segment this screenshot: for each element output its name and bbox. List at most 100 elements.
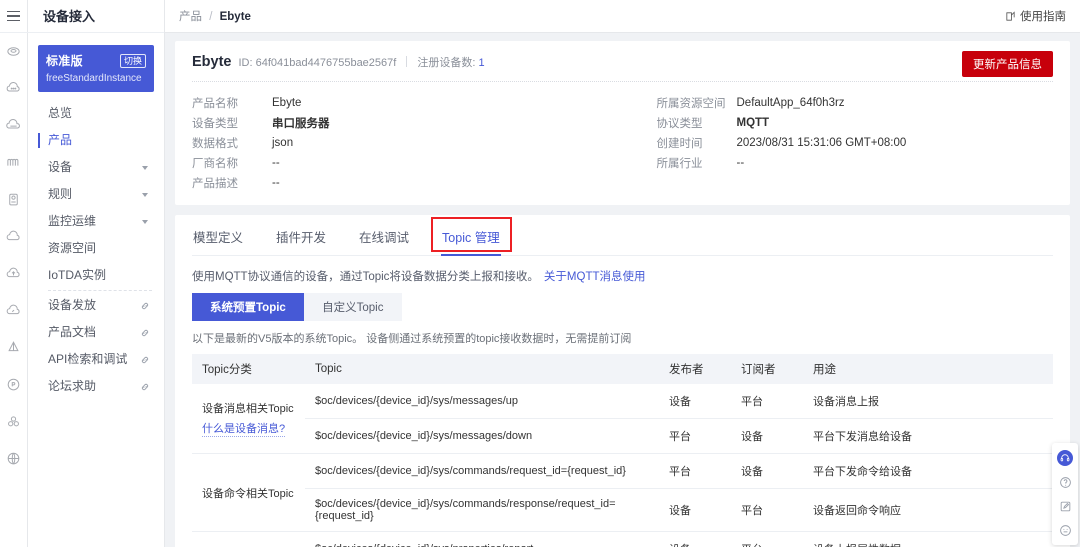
mqtt-help-link[interactable]: 关于MQTT消息使用 bbox=[544, 271, 646, 283]
sidebar-item-label: API检索和调试 bbox=[48, 352, 128, 366]
cloud-service-icon[interactable] bbox=[0, 33, 28, 70]
hamburger-menu-icon[interactable] bbox=[0, 0, 28, 33]
sidebar-item-3[interactable]: 规则 bbox=[38, 181, 154, 208]
product-field-row: 创建时间 2023/08/31 15:31:06 GMT+08:00 bbox=[657, 133, 1054, 153]
instance-version-name: 标准版 bbox=[46, 54, 83, 68]
sidebar-item-10[interactable]: 论坛求助 bbox=[38, 373, 154, 400]
sidebar-item-label: 产品文档 bbox=[48, 325, 97, 339]
breadcrumb-root[interactable]: 产品 bbox=[179, 11, 202, 23]
sidebar-item-8[interactable]: 产品文档 bbox=[38, 319, 154, 346]
publisher-cell: 设备 bbox=[659, 384, 731, 419]
analytics-icon[interactable] bbox=[0, 144, 28, 181]
topic-category-cell: 设备命令相关Topic bbox=[192, 453, 305, 532]
sidebar-item-9[interactable]: API检索和调试 bbox=[38, 346, 154, 373]
tab-3[interactable]: Topic 管理 bbox=[431, 215, 513, 256]
topic-table-body: 设备消息相关Topic 什么是设备消息? $oc/devices/{device_i… bbox=[192, 384, 1053, 547]
subscriber-cell: 平台 bbox=[731, 384, 803, 419]
sidebar-item-label: IoTDA实例 bbox=[48, 268, 107, 282]
ip-address-icon[interactable] bbox=[0, 366, 28, 403]
instance-switch-button[interactable]: 切换 bbox=[119, 53, 146, 68]
instance-name: freeStandardInstance bbox=[46, 73, 142, 84]
product-name-heading: Ebyte bbox=[192, 54, 232, 70]
th-topic-category: Topic分类 bbox=[192, 354, 305, 384]
document-icon[interactable] bbox=[0, 181, 28, 218]
product-field-label: 所属资源空间 bbox=[656, 98, 726, 110]
cloud-database-icon[interactable] bbox=[0, 107, 28, 144]
globe-icon[interactable] bbox=[0, 440, 28, 477]
registered-label: 注册设备数: bbox=[417, 57, 476, 69]
sidebar-item-6[interactable]: IoTDA实例 bbox=[38, 262, 154, 289]
product-field-row: 产品名称 Ebyte bbox=[192, 93, 623, 113]
cloud-speed-icon[interactable] bbox=[0, 292, 28, 329]
table-row: 设备消息相关Topic 什么是设备消息? $oc/devices/{device_i… bbox=[192, 384, 1053, 454]
network-icon[interactable] bbox=[0, 329, 28, 366]
topic-cell: $oc/devices/{device_id}/sys/messages/dow… bbox=[305, 418, 659, 454]
sidebar-item-1[interactable]: 产品 bbox=[38, 127, 154, 154]
sidebar-divider bbox=[48, 290, 152, 291]
product-field-row: 设备类型 串口服务器 bbox=[192, 113, 623, 133]
sidebar-item-label: 设备发放 bbox=[48, 298, 97, 312]
usage-guide-label: 使用指南 bbox=[1020, 11, 1066, 23]
tab-1[interactable]: 插件开发 bbox=[275, 215, 327, 255]
usage-cell: 设备返回命令响应 bbox=[803, 488, 1053, 532]
sidebar-item-2[interactable]: 设备 bbox=[38, 154, 154, 181]
product-header: Ebyte ID: 64f041bad4476755bae2567f 注册设备数… bbox=[192, 54, 1053, 70]
smiley-face-icon[interactable] bbox=[1052, 518, 1078, 542]
topic-segment-1[interactable]: 自定义Topic bbox=[303, 293, 402, 321]
sidebar-item-5[interactable]: 资源空间 bbox=[38, 235, 154, 262]
topic-type-segmented-control: 系统预置Topic 自定义Topic bbox=[192, 293, 1053, 321]
breadcrumb-current: Ebyte bbox=[219, 11, 251, 23]
product-fields-right: 所属资源空间 DefaultApp_64f0h3rz 协议类型 MQTT 创建时间 202… bbox=[623, 93, 1054, 193]
publisher-cell: 设备 bbox=[659, 531, 731, 547]
sidebar-item-label: 规则 bbox=[48, 187, 73, 201]
topic-category-help-link[interactable]: 什么是设备消息? bbox=[202, 420, 286, 437]
sidebar-body: 标准版 切换 freeStandardInstance 总览产品设备规则监控运维… bbox=[28, 33, 164, 400]
instance-version-card[interactable]: 标准版 切换 freeStandardInstance bbox=[38, 45, 154, 92]
sidebar-item-7[interactable]: 设备发放 bbox=[38, 292, 154, 319]
guide-book-icon bbox=[1005, 10, 1016, 22]
sidebar-title: 设备接入 bbox=[28, 0, 164, 33]
sidebar-item-4[interactable]: 监控运维 bbox=[38, 208, 154, 235]
table-row: $oc/devices/{device_id}/sys/messages/dow… bbox=[192, 418, 1053, 454]
headset-support-icon[interactable] bbox=[1052, 446, 1078, 470]
topic-cell: $oc/devices/{device_id}/sys/commands/req… bbox=[305, 453, 659, 489]
feedback-edit-icon[interactable] bbox=[1052, 494, 1078, 518]
update-product-button[interactable]: 更新产品信息 bbox=[962, 51, 1053, 77]
tab-0[interactable]: 模型定义 bbox=[192, 215, 244, 255]
usage-guide-link[interactable]: 使用指南 bbox=[1005, 8, 1066, 24]
product-id-value: 64f041bad4476755bae2567f bbox=[255, 57, 397, 69]
external-link-icon bbox=[140, 355, 150, 365]
cloud-storage-icon[interactable] bbox=[0, 70, 28, 107]
tab-2[interactable]: 在线调试 bbox=[358, 215, 410, 255]
product-field-label: 产品名称 bbox=[192, 98, 238, 110]
app-root: 设备接入 标准版 切换 freeStandardInstance 总览 产品 设备规… bbox=[0, 0, 1080, 547]
sidebar-item-label: 资源空间 bbox=[48, 241, 97, 255]
top-bar: 产品 / Ebyte 使用指南 bbox=[165, 0, 1080, 33]
cloud-group-icon[interactable] bbox=[0, 403, 28, 440]
th-publisher: 发布者 bbox=[659, 354, 731, 384]
external-link-icon bbox=[140, 382, 150, 392]
registered-count[interactable]: 1 bbox=[478, 57, 484, 69]
cloud-upload-icon[interactable] bbox=[0, 255, 28, 292]
topic-segment-0[interactable]: 系统预置Topic bbox=[192, 293, 304, 321]
sidebar-nav: 总览产品设备规则监控运维资源空间 IoTDA实例 设备发放产品文档 API检索和调试论… bbox=[38, 100, 154, 400]
cloud-simple-icon[interactable] bbox=[0, 218, 28, 255]
question-mark-icon[interactable] bbox=[1052, 470, 1078, 494]
sidebar-item-label: 产品 bbox=[48, 133, 73, 147]
product-fields-grid: 产品名称 Ebyte 设备类型 串口服务器 数据格式 json 厂商名称 -- 产品描述 -- 所… bbox=[192, 82, 1053, 193]
product-fields-left: 产品名称 Ebyte 设备类型 串口服务器 数据格式 json 厂商名称 -- 产品描述 -- bbox=[192, 93, 623, 193]
table-row: $oc/devices/{device_id}/sys/commands/res… bbox=[192, 488, 1053, 532]
chevron-down-icon bbox=[142, 165, 148, 170]
annotation-highlight-box bbox=[431, 217, 513, 252]
subscriber-cell: 平台 bbox=[731, 531, 803, 547]
table-header-row: Topic分类 Topic 发布者 订阅者 用途 bbox=[192, 354, 1053, 384]
sidebar-item-0[interactable]: 总览 bbox=[38, 100, 154, 127]
product-field-label: 产品描述 bbox=[192, 178, 238, 190]
th-topic: Topic bbox=[305, 354, 659, 384]
sidebar-item-label: 监控运维 bbox=[48, 214, 97, 228]
registered-devices: 注册设备数: 1 bbox=[417, 54, 484, 70]
product-field-value: 串口服务器 bbox=[272, 118, 330, 130]
product-field-value: MQTT bbox=[736, 117, 770, 129]
product-field-label: 协议类型 bbox=[656, 118, 703, 130]
product-field-row: 协议类型 MQTT bbox=[657, 113, 1054, 133]
